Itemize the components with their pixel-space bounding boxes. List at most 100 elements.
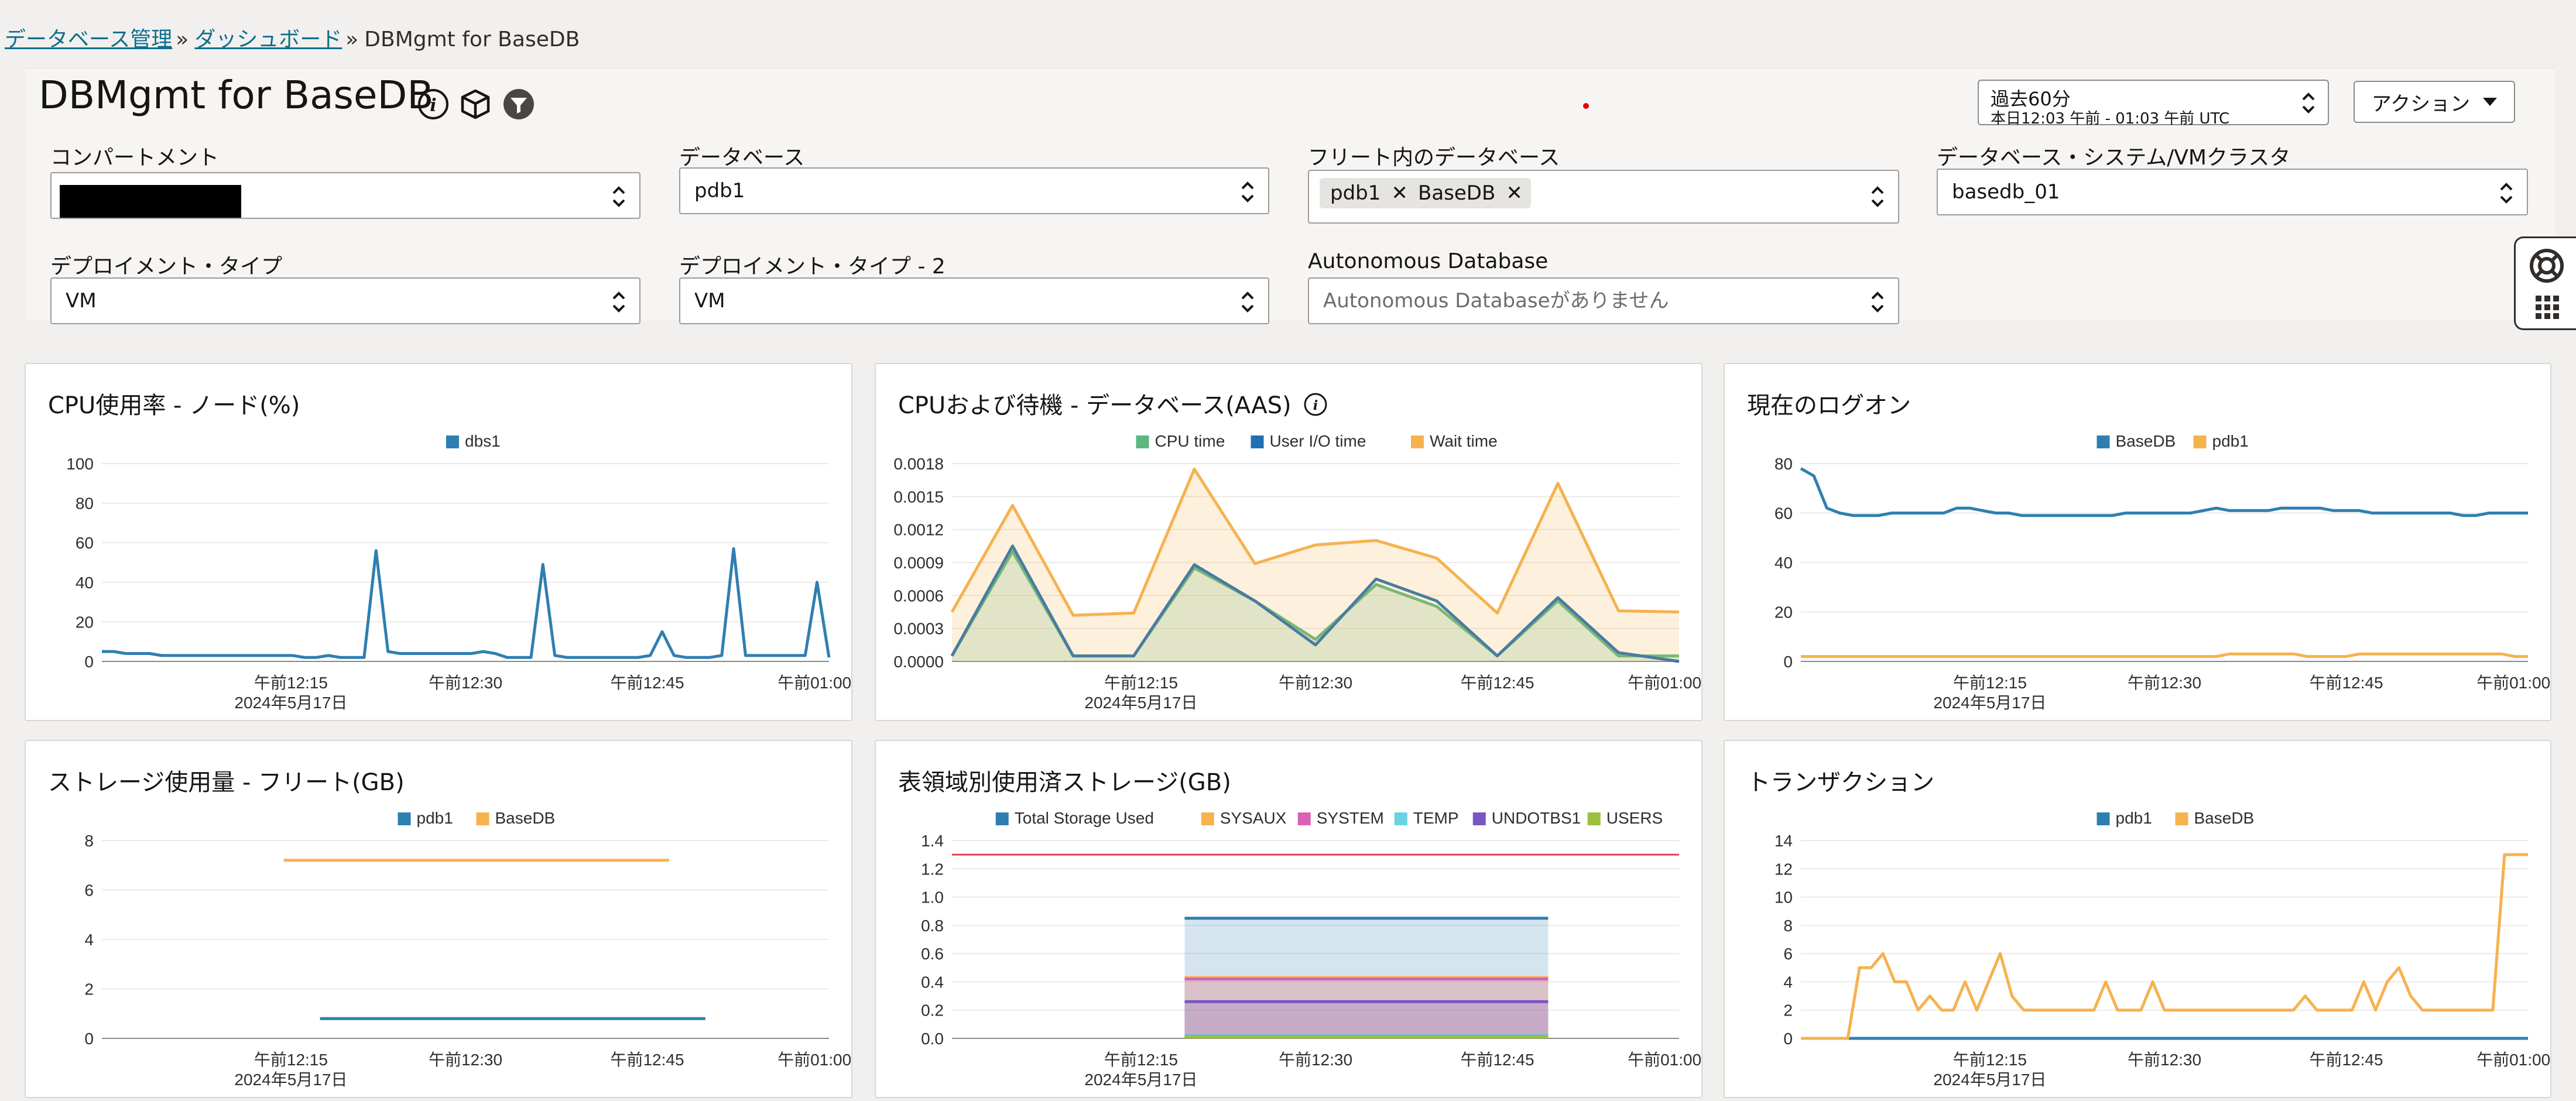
y-tick-label: 8 bbox=[1783, 917, 1793, 935]
x-tick-label: 午前01:00 bbox=[1628, 1051, 1701, 1069]
remove-chip-icon[interactable]: ✕ bbox=[1506, 181, 1523, 205]
database-value: pdb1 bbox=[694, 179, 745, 203]
y-tick-label: 0.0012 bbox=[893, 521, 944, 539]
y-tick-label: 0 bbox=[84, 1030, 94, 1048]
legend-label: SYSTEM bbox=[1317, 809, 1384, 827]
grid-icon[interactable] bbox=[2534, 294, 2560, 320]
legend-label: UNDOTBS1 bbox=[1492, 809, 1581, 827]
breadcrumb-separator: » bbox=[176, 28, 189, 52]
y-tick-label: 6 bbox=[84, 882, 94, 900]
deploy-type-select[interactable]: VM bbox=[50, 277, 640, 324]
info-icon[interactable]: i bbox=[417, 88, 450, 121]
fleet-chip-label: BaseDB bbox=[1418, 181, 1496, 205]
y-tick-label: 60 bbox=[76, 534, 94, 552]
y-tick-label: 0.0015 bbox=[893, 488, 944, 506]
legend-swatch bbox=[1136, 435, 1149, 448]
cube-icon[interactable] bbox=[459, 88, 492, 121]
chevron-updown-icon bbox=[1871, 291, 1884, 313]
legend-label: Total Storage Used bbox=[1015, 809, 1154, 827]
legend-label: BaseDB bbox=[2194, 809, 2255, 827]
cpu-node-chart-card: CPU使用率 - ノード(%) dbs1 0 20 40 60 80 100 午前12:15 2… bbox=[25, 363, 852, 721]
y-tick-label: 0.0006 bbox=[893, 586, 944, 605]
chart-legend: CPU time User I/O time Wait time bbox=[1136, 432, 1498, 450]
chevron-updown-icon bbox=[1241, 181, 1254, 203]
filter-icon[interactable] bbox=[502, 88, 535, 121]
y-tick-label: 1.2 bbox=[921, 860, 944, 878]
breadcrumb-link-db-management[interactable]: データベース管理 bbox=[5, 28, 172, 52]
autonomous-label: Autonomous Database bbox=[1308, 249, 1549, 273]
x-tick-label: 午前01:00 bbox=[1628, 674, 1701, 692]
fleet-databases-select[interactable]: pdb1 ✕ BaseDB ✕ bbox=[1308, 170, 1899, 224]
y-tick-label: 1.0 bbox=[921, 889, 944, 907]
fleet-chip[interactable]: BaseDB ✕ bbox=[1407, 178, 1531, 208]
deploy-type-label: デプロイメント・タイプ bbox=[50, 255, 283, 279]
legend-label: pdb1 bbox=[2212, 432, 2249, 450]
cpu-wait-chart-card: CPUおよび待機 - データベース(AAS) i CPU time User I/… bbox=[875, 363, 1703, 721]
legend-swatch bbox=[1297, 812, 1311, 825]
y-tick-label: 0.0009 bbox=[893, 554, 944, 572]
chart-plot: pdb1 BaseDB 0 2 4 6 8 10 12 14 午前12:15 2024年5月17日 午前… bbox=[1775, 809, 2550, 1089]
y-tick-label: 6 bbox=[1783, 945, 1793, 963]
deploy-type-2-select[interactable]: VM bbox=[679, 277, 1269, 324]
series-line bbox=[1800, 467, 2528, 517]
legend-swatch bbox=[995, 812, 1009, 825]
y-tick-label: 20 bbox=[76, 613, 94, 631]
x-tick-label: 午前12:45 bbox=[1460, 674, 1534, 692]
series-line bbox=[102, 547, 831, 659]
chart-legend: pdb1 BaseDB bbox=[2097, 809, 2255, 827]
chart-legend: dbs1 bbox=[446, 432, 501, 450]
help-widget[interactable] bbox=[2514, 236, 2576, 330]
breadcrumb-separator: » bbox=[345, 28, 359, 52]
y-tick-label: 10 bbox=[1775, 889, 1793, 907]
x-tick-label: 午前12:45 bbox=[610, 674, 684, 692]
legend-label: USERS bbox=[1606, 809, 1663, 827]
y-tick-label: 0.8 bbox=[921, 917, 944, 935]
compartment-label: コンパートメント bbox=[50, 146, 220, 170]
breadcrumb-current: DBMgmt for BaseDB bbox=[364, 28, 580, 52]
legend-swatch bbox=[1251, 435, 1264, 448]
legend-swatch bbox=[2193, 435, 2207, 448]
series-area bbox=[952, 469, 1679, 661]
x-date-label: 2024年5月17日 bbox=[1933, 1071, 2046, 1089]
fleet-chip[interactable]: pdb1 ✕ bbox=[1320, 178, 1416, 208]
chart-legend: pdb1 BaseDB bbox=[398, 809, 556, 827]
x-tick-label: 午前01:00 bbox=[777, 1051, 851, 1069]
x-tick-label: 午前12:30 bbox=[429, 1051, 502, 1069]
x-tick-label: 午前12:30 bbox=[2128, 674, 2201, 692]
lifebuoy-icon[interactable] bbox=[2529, 248, 2565, 284]
y-tick-label: 0 bbox=[84, 653, 94, 671]
legend-label: SYSAUX bbox=[1220, 809, 1287, 827]
deploy-type-2-value: VM bbox=[694, 289, 725, 313]
legend-label: BaseDB bbox=[495, 809, 556, 827]
time-range-select[interactable]: 過去60分 本日12:03 午前 - 01:03 午前 UTC bbox=[1978, 80, 2329, 128]
y-tick-label: 12 bbox=[1775, 860, 1793, 878]
y-tick-label: 0 bbox=[1783, 653, 1793, 671]
db-system-value: basedb_01 bbox=[1952, 180, 2060, 204]
remove-chip-icon[interactable]: ✕ bbox=[1391, 181, 1408, 205]
breadcrumb-link-dashboard[interactable]: ダッシュボード bbox=[194, 28, 342, 52]
autonomous-select[interactable]: Autonomous Databaseがありません bbox=[1308, 277, 1899, 324]
compartment-select[interactable] bbox=[50, 172, 640, 219]
breadcrumb: データベース管理» ダッシュボード» DBMgmt for BaseDB bbox=[5, 22, 580, 53]
x-tick-label: 午前12:45 bbox=[2309, 1051, 2383, 1069]
legend-swatch bbox=[1394, 812, 1407, 825]
actions-button[interactable]: アクション bbox=[2354, 81, 2515, 123]
y-tick-label: 8 bbox=[84, 832, 94, 850]
chart-plot: BaseDB pdb1 0 20 40 60 80 午前12:15 2024年5月17日 午前12… bbox=[1775, 432, 2550, 712]
y-tick-label: 40 bbox=[76, 574, 94, 592]
database-select[interactable]: pdb1 bbox=[679, 167, 1269, 214]
legend-swatch bbox=[1411, 435, 1424, 448]
legend-label: pdb1 bbox=[2116, 809, 2152, 827]
time-range-detail: 本日12:03 午前 - 01:03 午前 UTC bbox=[1991, 110, 2230, 128]
x-tick-label: 午前12:15 bbox=[1953, 1051, 2027, 1069]
legend-swatch bbox=[476, 812, 489, 825]
transactions-chart-card: トランザクション pdb1 BaseDB 0 2 4 6 8 10 12 14 午前12:15 202… bbox=[1724, 740, 2551, 1098]
db-system-select[interactable]: basedb_01 bbox=[1937, 169, 2528, 215]
legend-label: Wait time bbox=[1430, 432, 1498, 450]
deploy-type-2-label: デプロイメント・タイプ - 2 bbox=[679, 255, 946, 279]
legend-swatch bbox=[398, 812, 411, 825]
series-line bbox=[1801, 853, 2528, 1040]
y-tick-label: 0.4 bbox=[921, 973, 944, 991]
legend-swatch bbox=[1587, 812, 1601, 825]
chart-plot: Total Storage Used SYSAUX SYSTEM TEMP UNDOTB… bbox=[921, 809, 1701, 1089]
